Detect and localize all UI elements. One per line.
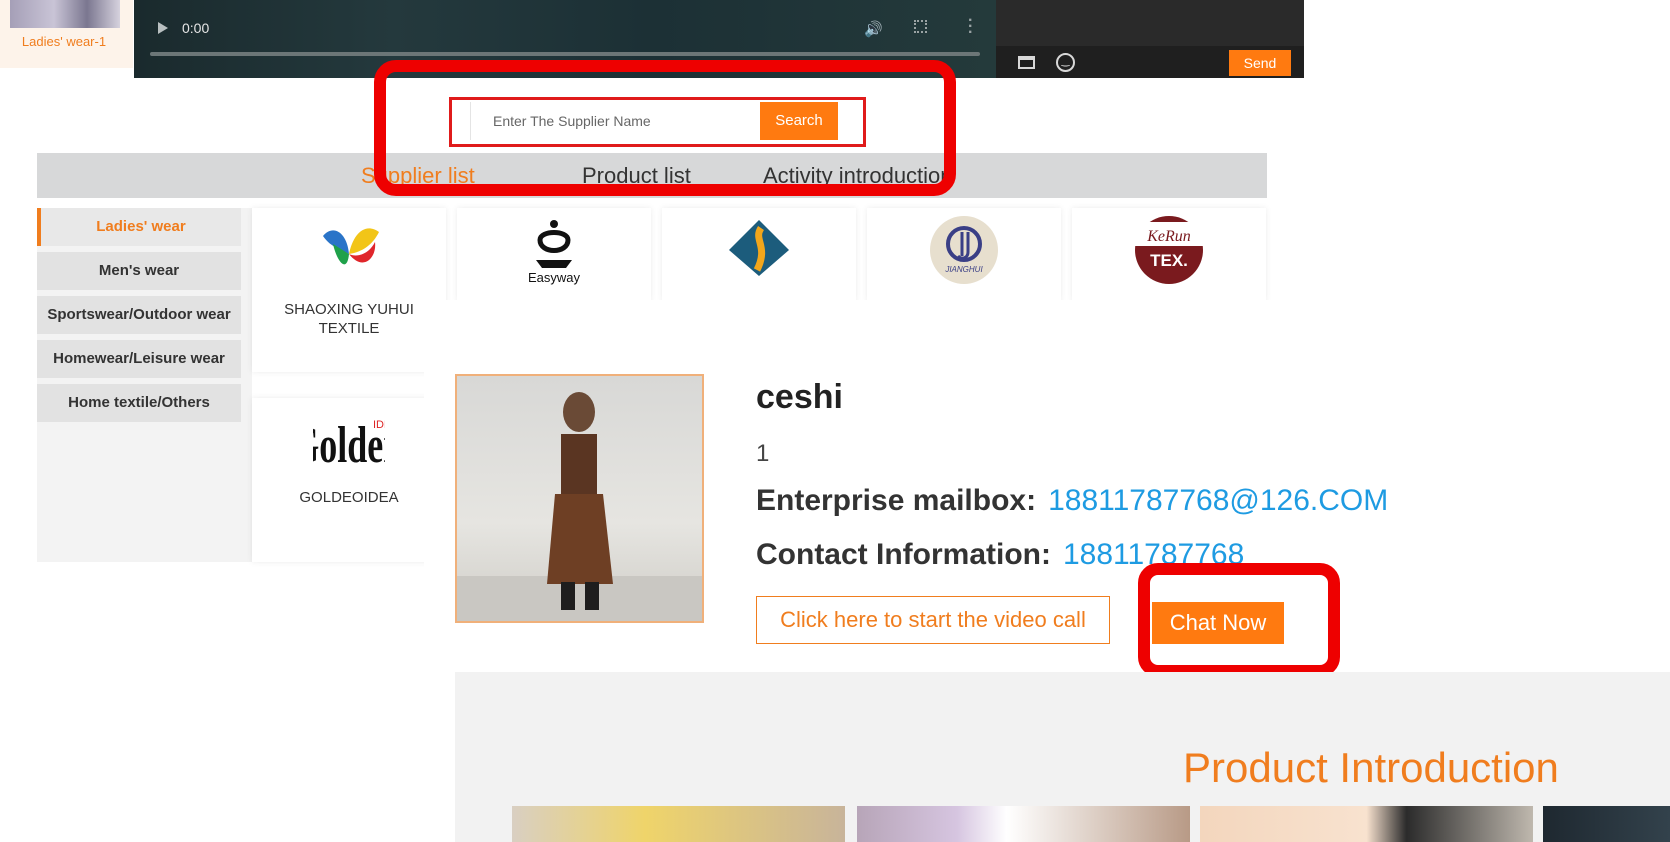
svg-text:IDEA: IDEA (373, 419, 385, 431)
enterprise-mailbox-line: Enterprise mailbox: 18811787768@126.COM (756, 484, 1388, 518)
play-icon[interactable] (158, 22, 168, 34)
search-box: Search (449, 97, 866, 147)
product-image-3[interactable] (1200, 806, 1533, 842)
supplier-card[interactable]: KeRun TEX. (1072, 208, 1266, 302)
martex-logo (729, 220, 789, 276)
volume-icon[interactable]: 🔊 (864, 20, 883, 38)
search-button[interactable]: Search (760, 102, 838, 140)
supplier-card[interactable] (662, 208, 856, 302)
fullscreen-icon[interactable] (914, 20, 927, 33)
svg-text:Easyway: Easyway (528, 270, 581, 285)
chat-now-button[interactable]: Chat Now (1152, 602, 1284, 644)
svg-text:JIANGHUI: JIANGHUI (944, 265, 983, 274)
chat-panel: ‿ Send (996, 0, 1304, 78)
svg-text:KeRun: KeRun (1146, 228, 1191, 245)
product-image-4[interactable] (1543, 806, 1670, 842)
thumbnail-label: Ladies' wear-1 (21, 34, 107, 49)
contact-label: Contact Information: (756, 538, 1051, 571)
svg-text:TEX.: TEX. (1150, 251, 1188, 270)
product-image-2[interactable] (857, 806, 1190, 842)
contact-value[interactable]: 18811787768 (1063, 538, 1244, 571)
supplier-card[interactable]: SHAOXING YUHUI TEXTILE (252, 208, 446, 372)
supplier-title: ceshi (756, 378, 843, 416)
easyway-logo: Easyway (528, 220, 581, 285)
goldeoidea-logo: Golden IDEA (313, 415, 385, 473)
tabs-bar: Supplier list Product list Activity intr… (37, 153, 1267, 198)
chat-toolbar: ‿ Send (996, 46, 1304, 78)
supplier-card[interactable]: JIANGHUI (867, 208, 1061, 302)
supplier-card[interactable]: Easyway (457, 208, 651, 302)
video-time: 0:00 (182, 20, 210, 36)
jianghui-logo: JIANGHUI (930, 216, 998, 284)
supplier-card[interactable]: Golden IDEA GOLDEOIDEA (252, 398, 446, 562)
video-thumbnail-card[interactable]: Ladies' wear-1 (0, 0, 133, 68)
thumbnail-image (10, 0, 120, 28)
tab-activity-introduction[interactable]: Activity introduction (763, 163, 953, 189)
supplier-name: SHAOXING YUHUI TEXTILE (284, 301, 414, 337)
product-image-1[interactable] (512, 806, 845, 842)
category-homewear[interactable]: Homewear/Leisure wear (37, 340, 241, 378)
supplier-search-input[interactable] (470, 102, 760, 140)
video-player[interactable]: 0:00 🔊 · · · (134, 0, 996, 78)
supplier-name: GOLDEOIDEA (299, 489, 399, 506)
yuhui-logo (323, 228, 379, 265)
category-ladies-wear[interactable]: Ladies' wear (37, 208, 241, 246)
video-progress-bar[interactable] (150, 52, 980, 56)
category-sportswear[interactable]: Sportswear/Outdoor wear (37, 296, 241, 334)
folder-icon[interactable] (1018, 56, 1035, 69)
tab-supplier-list[interactable]: Supplier list (361, 163, 475, 189)
video-call-button[interactable]: Click here to start the video call (756, 596, 1110, 644)
chat-message-input[interactable] (996, 0, 1304, 46)
supplier-description: 1 (756, 440, 770, 467)
category-sidebar: Ladies' wear Men's wear Sportswear/Outdo… (37, 208, 252, 562)
mailbox-value[interactable]: 18811787768@126.COM (1048, 484, 1388, 517)
contact-information-line: Contact Information: 18811787768 (756, 538, 1244, 572)
product-introduction-title: Product Introduction (1183, 744, 1559, 791)
model-photo (457, 392, 702, 621)
emoji-icon[interactable]: ‿ (1056, 53, 1075, 72)
more-options-icon[interactable]: · · · (968, 13, 973, 41)
category-mens-wear[interactable]: Men's wear (37, 252, 241, 290)
supplier-product-image (455, 374, 704, 623)
kerun-logo: KeRun TEX. (1135, 216, 1203, 284)
category-home-textile[interactable]: Home textile/Others (37, 384, 241, 422)
send-button[interactable]: Send (1229, 50, 1291, 76)
mailbox-label: Enterprise mailbox: (756, 484, 1037, 517)
tab-product-list[interactable]: Product list (582, 163, 691, 189)
